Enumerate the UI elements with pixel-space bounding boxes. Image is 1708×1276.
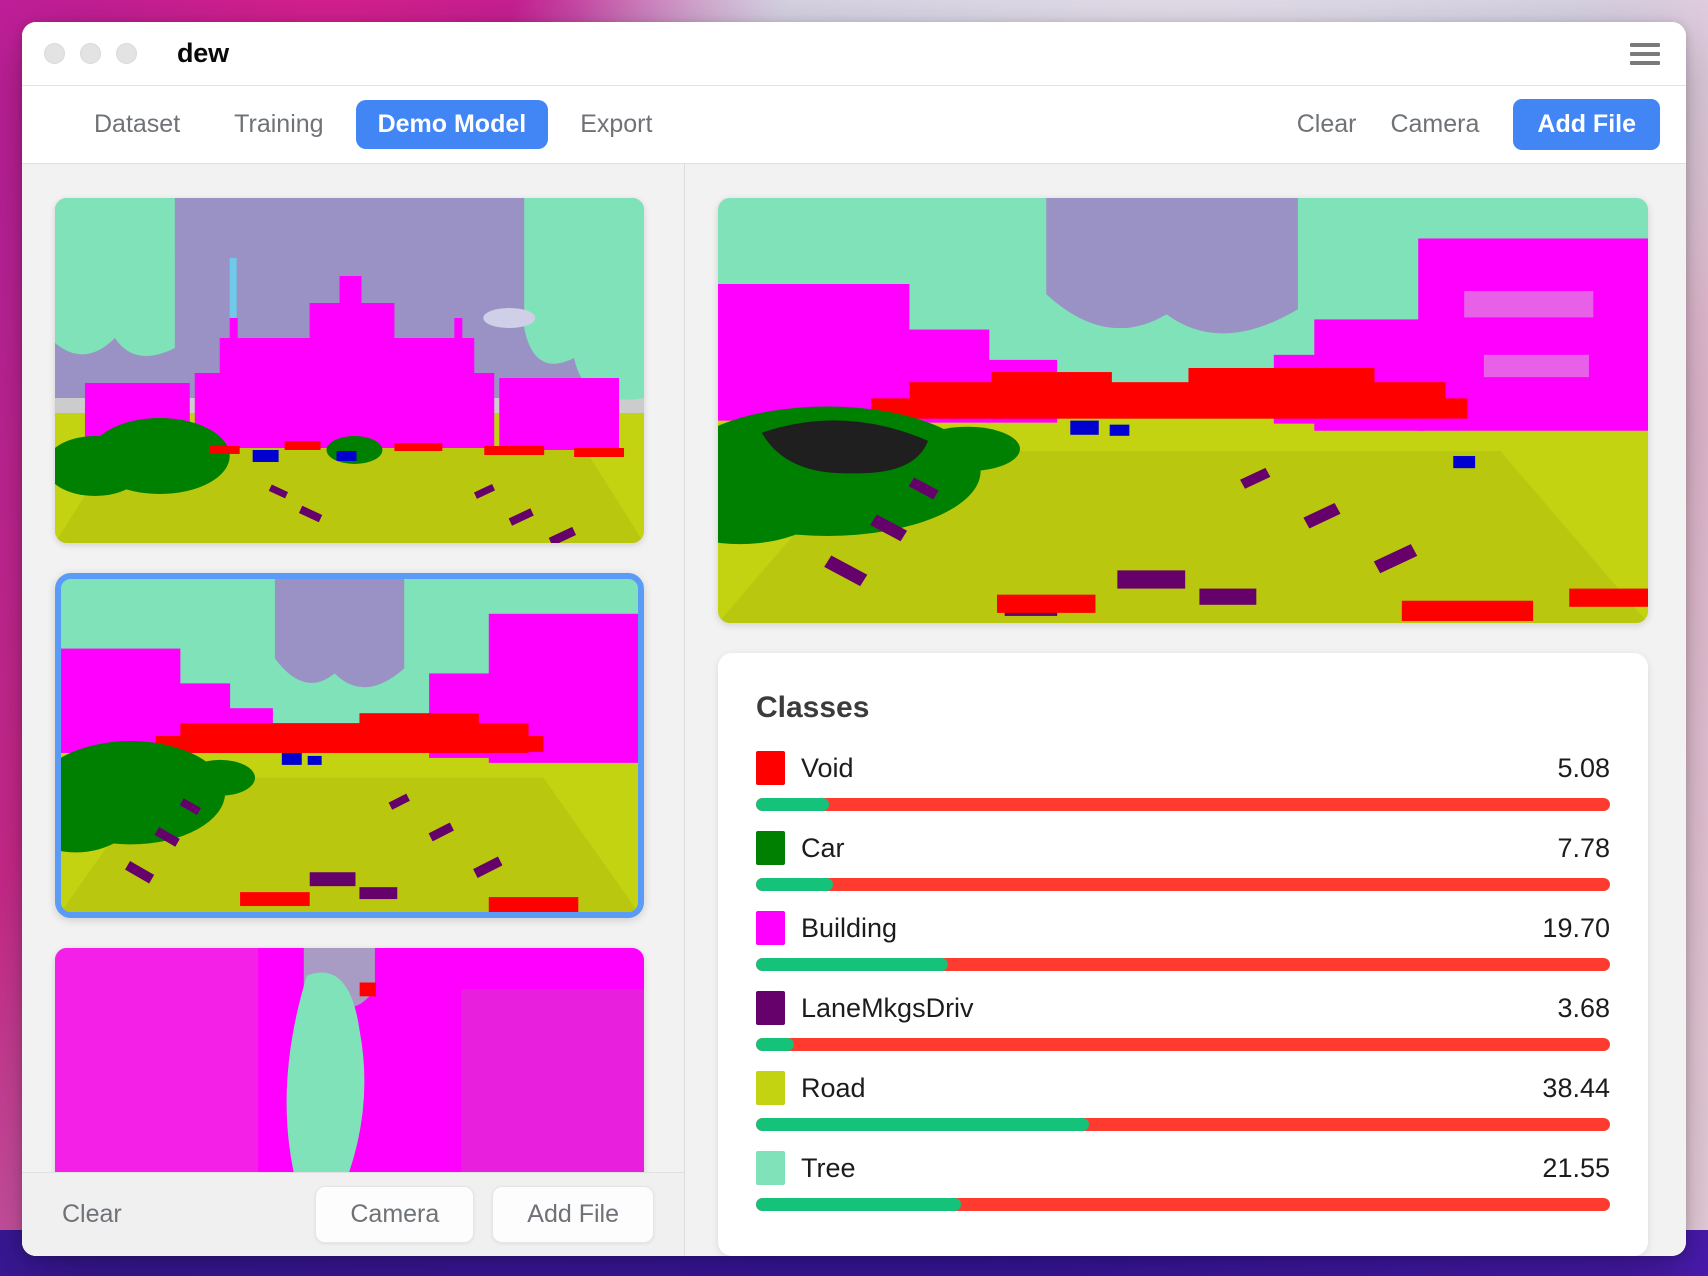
thumbnail-sidebar: Clear Camera Add File bbox=[22, 164, 685, 1256]
segmentation-thumb-3 bbox=[55, 948, 644, 1172]
segmentation-preview-avenue[interactable] bbox=[718, 198, 1648, 623]
class-color-swatch-building bbox=[756, 911, 785, 945]
class-bar-fill-building bbox=[756, 958, 948, 971]
class-header: Void 5.08 bbox=[756, 751, 1610, 785]
minimize-button-icon[interactable] bbox=[80, 43, 101, 64]
window-title: dew bbox=[177, 38, 229, 69]
app-window: dew Dataset Training Demo Model Export C… bbox=[22, 22, 1686, 1256]
toolbar-clear-button[interactable]: Clear bbox=[1297, 110, 1357, 139]
segmentation-preview-image bbox=[718, 198, 1648, 623]
thumbnail-avenue-red-traffic[interactable] bbox=[55, 573, 644, 918]
class-bar-fill-lanemkgsdriv bbox=[756, 1038, 794, 1051]
thumbnail-list[interactable] bbox=[22, 164, 684, 1172]
class-row-building[interactable]: Building 19.70 bbox=[756, 911, 1610, 971]
tab-training[interactable]: Training bbox=[212, 100, 345, 149]
class-value-road: 38.44 bbox=[1542, 1073, 1610, 1104]
thumbnail-brandenburg-gate[interactable] bbox=[55, 198, 644, 543]
class-row-road[interactable]: Road 38.44 bbox=[756, 1071, 1610, 1131]
class-name-tree: Tree bbox=[801, 1153, 856, 1184]
class-bar-fill-road bbox=[756, 1118, 1089, 1131]
window-content: Clear Camera Add File bbox=[22, 164, 1686, 1256]
toolbar-actions: Clear Camera Add File bbox=[1297, 99, 1660, 150]
class-color-swatch-tree bbox=[756, 1151, 785, 1185]
class-name-lanemkgsdriv: LaneMkgsDriv bbox=[801, 993, 974, 1024]
close-button-icon[interactable] bbox=[44, 43, 65, 64]
class-header: LaneMkgsDriv 3.68 bbox=[756, 991, 1610, 1025]
class-name-road: Road bbox=[801, 1073, 866, 1104]
main-panel: Classes Void 5.08 Car 7.78 bbox=[685, 164, 1686, 1256]
class-name-void: Void bbox=[801, 753, 854, 784]
class-header: Building 19.70 bbox=[756, 911, 1610, 945]
class-bar-fill-tree bbox=[756, 1198, 961, 1211]
class-name-car: Car bbox=[801, 833, 845, 864]
class-value-building: 19.70 bbox=[1542, 913, 1610, 944]
class-bar-road bbox=[756, 1118, 1610, 1131]
class-color-swatch-car bbox=[756, 831, 785, 865]
classes-title: Classes bbox=[756, 691, 1610, 725]
tab-export[interactable]: Export bbox=[558, 100, 674, 149]
segmentation-thumb-1 bbox=[55, 198, 644, 543]
hamburger-menu-icon[interactable] bbox=[1630, 43, 1660, 65]
class-header: Road 38.44 bbox=[756, 1071, 1610, 1105]
class-value-car: 7.78 bbox=[1557, 833, 1610, 864]
class-name-building: Building bbox=[801, 913, 897, 944]
sidebar-footer: Clear Camera Add File bbox=[22, 1172, 684, 1256]
class-bar-void bbox=[756, 798, 1610, 811]
main-toolbar: Dataset Training Demo Model Export Clear… bbox=[22, 86, 1686, 164]
window-titlebar: dew bbox=[22, 22, 1686, 86]
class-bar-fill-void bbox=[756, 798, 829, 811]
toolbar-add-file-button[interactable]: Add File bbox=[1513, 99, 1660, 150]
footer-camera-button[interactable]: Camera bbox=[315, 1186, 474, 1243]
class-bar-tree bbox=[756, 1198, 1610, 1211]
class-bar-car bbox=[756, 878, 1610, 891]
footer-add-file-button[interactable]: Add File bbox=[492, 1186, 654, 1243]
class-bar-building bbox=[756, 958, 1610, 971]
segmentation-thumb-2 bbox=[61, 579, 638, 912]
class-header: Car 7.78 bbox=[756, 831, 1610, 865]
footer-buttons: Camera Add File bbox=[315, 1186, 654, 1243]
class-row-car[interactable]: Car 7.78 bbox=[756, 831, 1610, 891]
class-row-void[interactable]: Void 5.08 bbox=[756, 751, 1610, 811]
class-value-lanemkgsdriv: 3.68 bbox=[1557, 993, 1610, 1024]
class-row-tree[interactable]: Tree 21.55 bbox=[756, 1151, 1610, 1211]
classes-panel: Classes Void 5.08 Car 7.78 bbox=[718, 653, 1648, 1256]
traffic-light-buttons[interactable] bbox=[44, 43, 137, 64]
footer-clear-button[interactable]: Clear bbox=[62, 1200, 122, 1229]
tab-bar: Dataset Training Demo Model Export bbox=[72, 100, 674, 149]
class-color-swatch-road bbox=[756, 1071, 785, 1105]
toolbar-camera-button[interactable]: Camera bbox=[1390, 110, 1479, 139]
class-color-swatch-lanemkgsdriv bbox=[756, 991, 785, 1025]
class-row-lanemkgsdriv[interactable]: LaneMkgsDriv 3.68 bbox=[756, 991, 1610, 1051]
class-value-void: 5.08 bbox=[1557, 753, 1610, 784]
class-value-tree: 21.55 bbox=[1542, 1153, 1610, 1184]
maximize-button-icon[interactable] bbox=[116, 43, 137, 64]
class-header: Tree 21.55 bbox=[756, 1151, 1610, 1185]
thumbnail-narrow-street[interactable] bbox=[55, 948, 644, 1172]
class-color-swatch-void bbox=[756, 751, 785, 785]
class-bar-fill-car bbox=[756, 878, 833, 891]
tab-dataset[interactable]: Dataset bbox=[72, 100, 202, 149]
class-bar-lanemkgsdriv bbox=[756, 1038, 1610, 1051]
tab-demo-model[interactable]: Demo Model bbox=[356, 100, 549, 149]
